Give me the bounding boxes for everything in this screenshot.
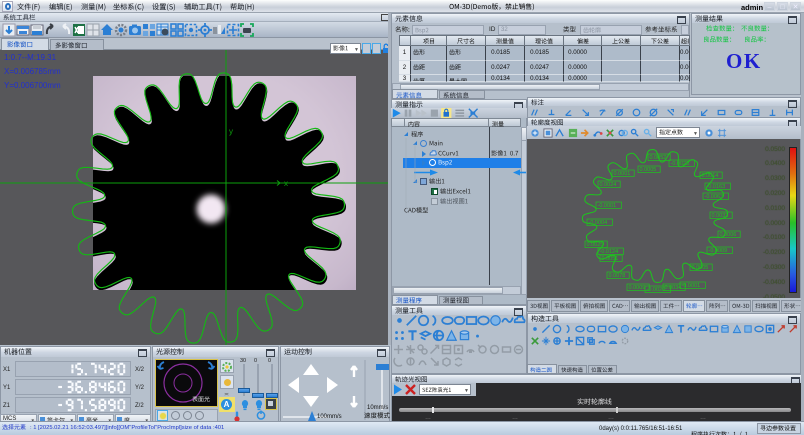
svg-text:0.0005: 0.0005 — [640, 167, 657, 173]
svg-text:0.0005: 0.0005 — [692, 265, 709, 271]
svg-text:0.0001: 0.0001 — [614, 171, 631, 177]
svg-text:0.0032: 0.0032 — [712, 213, 729, 219]
svg-text:0.0078: 0.0078 — [609, 273, 626, 279]
svg-text:-0.0009: -0.0009 — [709, 248, 728, 254]
svg-text:0.0052: 0.0052 — [650, 155, 667, 161]
svg-text:-0.0163: -0.0163 — [707, 184, 726, 190]
svg-text:y: y — [229, 127, 233, 136]
svg-text:-0.0004: -0.0004 — [589, 220, 608, 226]
svg-text:-0.0124: -0.0124 — [600, 249, 619, 255]
svg-text:0.0009: 0.0009 — [629, 285, 646, 291]
svg-text:-0.0020: -0.0020 — [647, 287, 666, 293]
svg-text:0.0034: 0.0034 — [665, 285, 682, 291]
svg-text:-0.0023: -0.0023 — [671, 161, 690, 167]
svg-text:x: x — [284, 179, 288, 188]
svg-text:-0.0063: -0.0063 — [705, 194, 724, 200]
svg-text:0.0014: 0.0014 — [702, 173, 719, 179]
svg-text:0.0024: 0.0024 — [600, 182, 617, 188]
svg-text:0.0051: 0.0051 — [602, 256, 619, 262]
svg-text:-0.0001: -0.0001 — [682, 283, 701, 289]
svg-text:0.0006: 0.0006 — [720, 232, 737, 238]
svg-text:-0.0001: -0.0001 — [598, 203, 617, 209]
svg-text:0.0025: 0.0025 — [587, 242, 604, 248]
